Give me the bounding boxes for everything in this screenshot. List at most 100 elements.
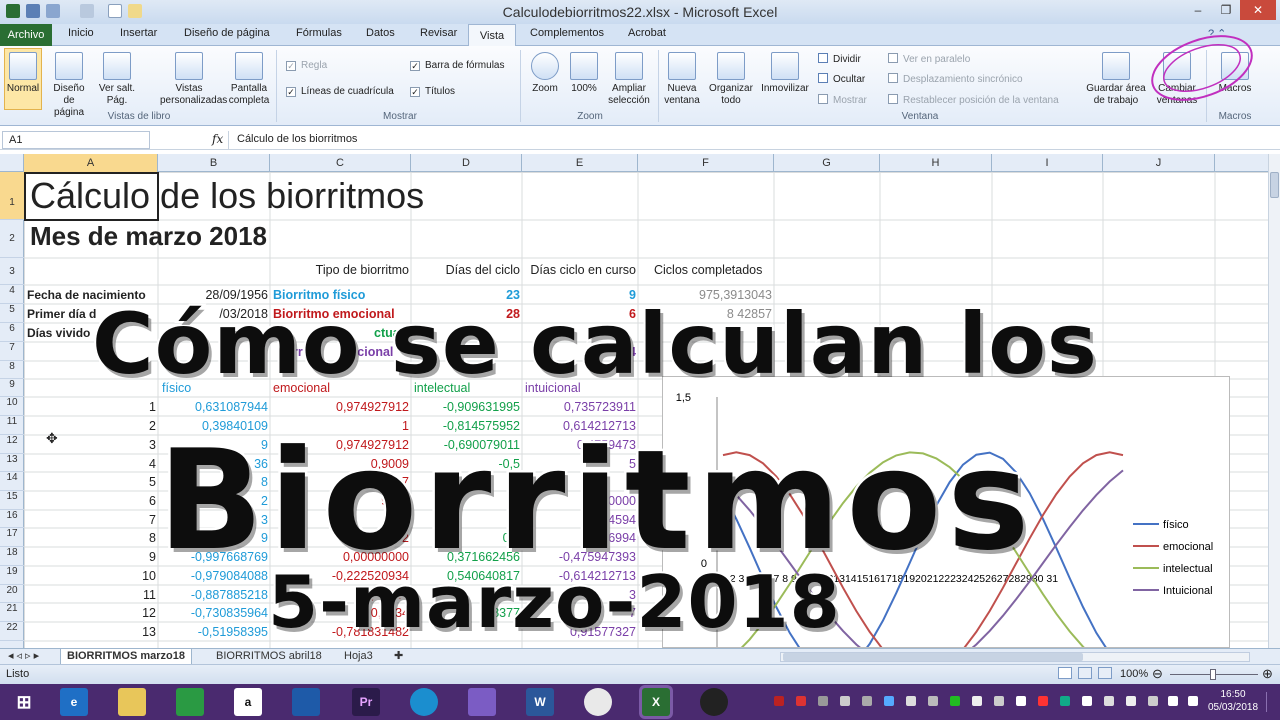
col-header-d[interactable]: D bbox=[411, 154, 522, 172]
sheet-nav-arrows-icon[interactable]: ◂◃▹▸ bbox=[2, 649, 48, 665]
obs-icon[interactable] bbox=[700, 688, 728, 716]
tab-vista[interactable]: Vista bbox=[468, 24, 516, 47]
col-header-b[interactable]: B bbox=[158, 154, 270, 172]
col-header-a[interactable]: A bbox=[24, 154, 158, 172]
page-layout-button[interactable]: Diseño de página bbox=[48, 52, 90, 119]
select-all-corner[interactable] bbox=[0, 154, 24, 172]
tray-icon[interactable] bbox=[1104, 696, 1114, 706]
split-button[interactable]: Dividir bbox=[818, 53, 861, 65]
day-number[interactable]: 5 bbox=[24, 475, 156, 489]
clock[interactable]: 16:50 05/03/2018 bbox=[1206, 688, 1260, 714]
value-cell[interactable]: -0,51958395 bbox=[158, 625, 268, 639]
full-screen-button[interactable]: Pantalla completa bbox=[226, 52, 272, 107]
sheet-tab-hoja3[interactable]: Hoja3 bbox=[338, 649, 379, 665]
value-cell[interactable]: 0,631087944 bbox=[158, 400, 268, 414]
tab-archivo[interactable]: Archivo bbox=[0, 24, 52, 46]
tray-icon[interactable] bbox=[994, 696, 1004, 706]
tray-icon[interactable] bbox=[862, 696, 872, 706]
file-explorer-icon[interactable] bbox=[118, 688, 146, 716]
minimize-icon[interactable]: – bbox=[1184, 0, 1212, 20]
scroll-thumb[interactable] bbox=[1270, 172, 1279, 198]
zoom-button[interactable]: Zoom bbox=[528, 52, 562, 95]
reset-window-button[interactable]: Restablecer posición de la ventana bbox=[888, 94, 1059, 106]
header-curso[interactable]: Días ciclo en curso bbox=[522, 263, 636, 277]
zoom-slider-thumb[interactable] bbox=[1210, 669, 1216, 680]
fx-icon[interactable]: fx bbox=[212, 132, 223, 146]
row-header[interactable]: 1 bbox=[0, 172, 24, 220]
regla-checkbox[interactable]: ✓ Regla bbox=[286, 60, 327, 71]
day-number[interactable]: 3 bbox=[24, 438, 156, 452]
amazon-icon[interactable]: a bbox=[234, 688, 262, 716]
tab-insertar[interactable]: Insertar bbox=[120, 27, 157, 39]
computer-icon[interactable] bbox=[292, 688, 320, 716]
formula-bar-checkbox[interactable]: ✓ Barra de fórmulas bbox=[410, 60, 504, 71]
sheet-subtitle[interactable]: Mes de marzo 2018 bbox=[30, 221, 267, 252]
zoom-100-button[interactable]: 100% bbox=[566, 52, 602, 95]
chrome-icon[interactable] bbox=[584, 688, 612, 716]
row-header[interactable]: 10 bbox=[0, 397, 24, 416]
value-cell[interactable]: 0,974927912 bbox=[270, 400, 409, 414]
header-ciclos[interactable]: Ciclos completados bbox=[654, 263, 762, 277]
row-header[interactable]: 6 bbox=[0, 323, 24, 342]
app-circle-icon[interactable] bbox=[410, 688, 438, 716]
freeze-panes-button[interactable]: Inmovilizar bbox=[758, 52, 812, 95]
day-number[interactable]: 1 bbox=[24, 400, 156, 414]
label-first-day[interactable]: Primer día d bbox=[27, 307, 96, 321]
app-purple-icon[interactable] bbox=[468, 688, 496, 716]
value-cell[interactable]: -0,730835964 bbox=[158, 606, 268, 620]
header-dias[interactable]: Días del ciclo bbox=[411, 263, 520, 277]
zoom-in-icon[interactable]: ⊕ bbox=[1262, 666, 1273, 682]
sheet-tab-marzo[interactable]: BIORRITMOS marzo18 bbox=[60, 649, 192, 665]
tray-icon[interactable] bbox=[1126, 696, 1136, 706]
row-header[interactable]: 11 bbox=[0, 416, 24, 435]
tab-complementos[interactable]: Complementos bbox=[530, 27, 604, 39]
row-header[interactable]: 9 bbox=[0, 379, 24, 397]
sheet-tab-abril[interactable]: BIORRITMOS abril18 bbox=[210, 649, 328, 665]
h-scroll-thumb[interactable] bbox=[783, 653, 1083, 661]
zoom-out-icon[interactable]: ⊖ bbox=[1152, 666, 1163, 682]
tab-diseno[interactable]: Diseño de página bbox=[184, 27, 270, 39]
col-header-i[interactable]: I bbox=[992, 154, 1103, 172]
col-header-h[interactable]: H bbox=[880, 154, 992, 172]
col-header-e[interactable]: E bbox=[522, 154, 638, 172]
unhide-button[interactable]: Mostrar bbox=[818, 94, 867, 106]
tab-acrobat[interactable]: Acrobat bbox=[628, 27, 666, 39]
value-cell[interactable]: -0,909631995 bbox=[411, 400, 520, 414]
layout-view-status-icon[interactable] bbox=[1078, 667, 1092, 679]
col-header-c[interactable]: C bbox=[270, 154, 411, 172]
excel-taskbar-icon[interactable]: X bbox=[642, 688, 670, 716]
store-icon[interactable] bbox=[176, 688, 204, 716]
horizontal-scrollbar[interactable] bbox=[780, 652, 1250, 662]
label-days-lived[interactable]: Días vivido bbox=[27, 326, 90, 340]
network-icon[interactable] bbox=[1168, 696, 1178, 706]
row-header[interactable]: 12 bbox=[0, 435, 24, 454]
side-by-side-button[interactable]: Ver en paralelo bbox=[888, 53, 970, 65]
row-header[interactable]: 8 bbox=[0, 361, 24, 379]
tray-icon[interactable] bbox=[1060, 696, 1070, 706]
new-window-button[interactable]: Nueva ventana bbox=[662, 52, 702, 107]
formula-input[interactable]: Cálculo de los biorritmos bbox=[228, 131, 1278, 149]
word-icon[interactable]: W bbox=[526, 688, 554, 716]
col-header-f[interactable]: F bbox=[638, 154, 774, 172]
row-header[interactable]: 3 bbox=[0, 258, 24, 285]
row-header[interactable]: 20 bbox=[0, 585, 24, 603]
custom-views-button[interactable]: Vistas personalizadas bbox=[160, 52, 227, 107]
row-header[interactable]: 16 bbox=[0, 510, 24, 528]
day-number[interactable]: 13 bbox=[24, 625, 156, 639]
day-number[interactable]: 7 bbox=[24, 513, 156, 527]
headings-checkbox[interactable]: ✓ Títulos bbox=[410, 86, 455, 97]
tab-revisar[interactable]: Revisar bbox=[420, 27, 457, 39]
tray-icon[interactable] bbox=[1016, 696, 1026, 706]
value-cell[interactable]: -0,887885218 bbox=[158, 588, 268, 602]
page-break-button[interactable]: Ver salt. Pág. bbox=[96, 52, 138, 107]
tray-icon[interactable] bbox=[972, 696, 982, 706]
col-header-g[interactable]: G bbox=[774, 154, 880, 172]
tray-icon[interactable] bbox=[928, 696, 938, 706]
vertical-scrollbar[interactable] bbox=[1268, 154, 1280, 648]
day-number[interactable]: 11 bbox=[24, 588, 156, 602]
day-number[interactable]: 6 bbox=[24, 494, 156, 508]
row-header[interactable]: 17 bbox=[0, 528, 24, 547]
tab-datos[interactable]: Datos bbox=[366, 27, 395, 39]
tray-icon[interactable] bbox=[840, 696, 850, 706]
day-number[interactable]: 8 bbox=[24, 531, 156, 545]
